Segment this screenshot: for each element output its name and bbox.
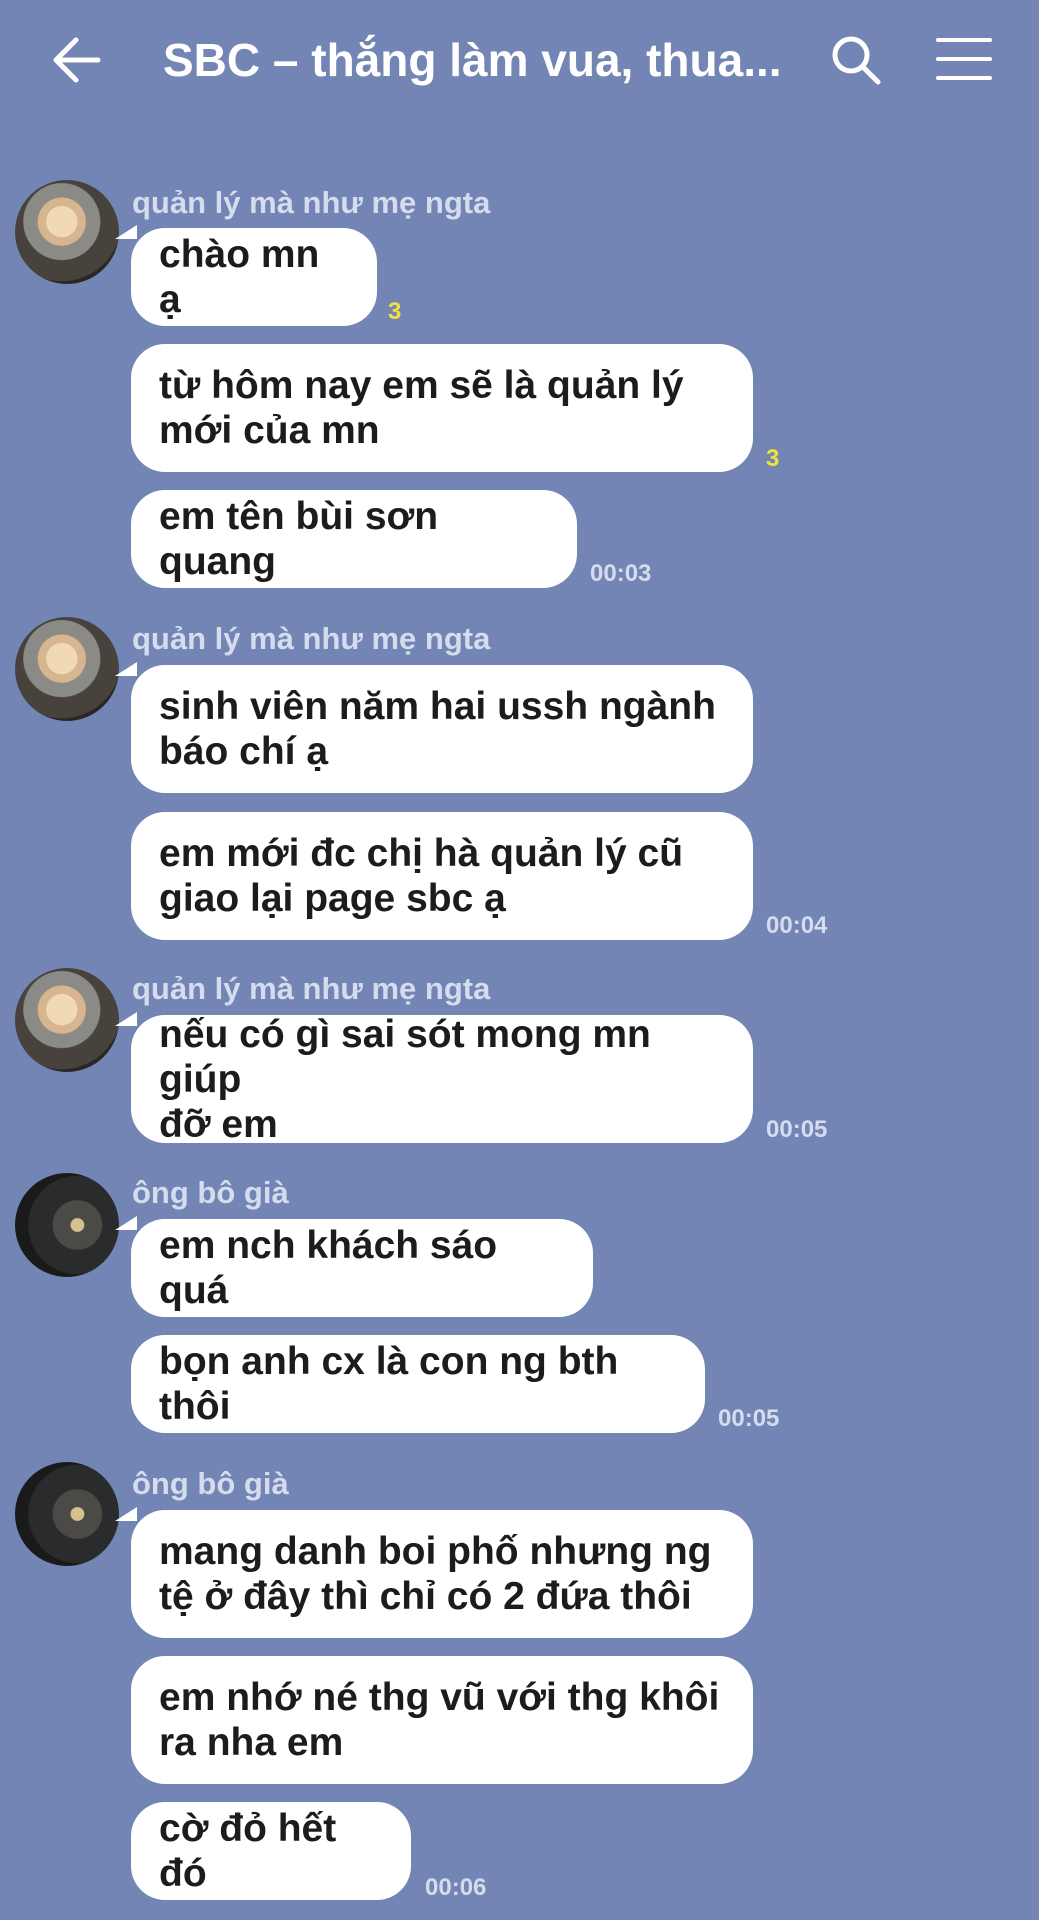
message-bubble[interactable]: chào mn ạ (131, 228, 377, 326)
message-timestamp: 00:04 (766, 912, 828, 939)
message-bubble[interactable]: em tên bùi sơn quang (131, 490, 577, 588)
search-button[interactable] (828, 32, 884, 88)
menu-icon (936, 38, 992, 80)
menu-button[interactable] (936, 34, 992, 84)
sender-avatar[interactable] (15, 180, 119, 284)
message-timestamp: 00:03 (590, 560, 652, 587)
back-button[interactable] (50, 34, 110, 86)
message-timestamp: 00:06 (425, 1874, 487, 1901)
message-bubble[interactable]: mang danh boi phố nhưng ng tệ ở đây thì … (131, 1510, 753, 1638)
message-bubble[interactable]: em mới đc chị hà quản lý cũ giao lại pag… (131, 812, 753, 940)
bubble-tail (115, 1507, 137, 1521)
search-icon (832, 36, 881, 85)
bubble-tail (115, 225, 137, 239)
read-count: 3 (766, 445, 780, 472)
message-bubble[interactable]: từ hôm nay em sẽ là quản lý mới của mn (131, 344, 753, 472)
bubble-tail (115, 1012, 137, 1026)
message-bubble[interactable]: nếu có gì sai sót mong mn giúp đỡ em (131, 1013, 753, 1146)
sender-avatar[interactable] (15, 1462, 119, 1566)
sender-name: quản lý mà như mẹ ngta (132, 621, 491, 656)
read-count: 3 (388, 298, 402, 325)
message-bubble[interactable]: bọn anh cx là con ng bth thôi (131, 1335, 705, 1433)
sender-name: quản lý mà như mẹ ngta (132, 971, 491, 1006)
message-timestamp: 00:05 (766, 1116, 828, 1143)
sender-name: quản lý mà như mẹ ngta (132, 185, 491, 220)
sender-avatar[interactable] (15, 968, 119, 1072)
chat-title[interactable]: SBC – thắng làm vua, thua... (163, 30, 783, 90)
message-bubble[interactable]: cờ đỏ hết đó (131, 1802, 411, 1900)
chat-header: SBC – thắng làm vua, thua... (0, 0, 1039, 120)
sender-name: ông bô già (132, 1466, 289, 1501)
sender-avatar[interactable] (15, 617, 119, 721)
sender-avatar[interactable] (15, 1173, 119, 1277)
back-arrow-icon (53, 37, 101, 83)
bubble-tail (115, 662, 137, 676)
message-bubble[interactable]: sinh viên năm hai ussh ngành báo chí ạ (131, 665, 753, 793)
sender-name: ông bô già (132, 1175, 289, 1210)
bubble-tail (115, 1216, 137, 1230)
message-bubble[interactable]: em nch khách sáo quá (131, 1219, 593, 1317)
message-timestamp: 00:05 (718, 1405, 780, 1432)
message-bubble[interactable]: em nhớ né thg vũ với thg khôi ra nha em (131, 1656, 753, 1784)
